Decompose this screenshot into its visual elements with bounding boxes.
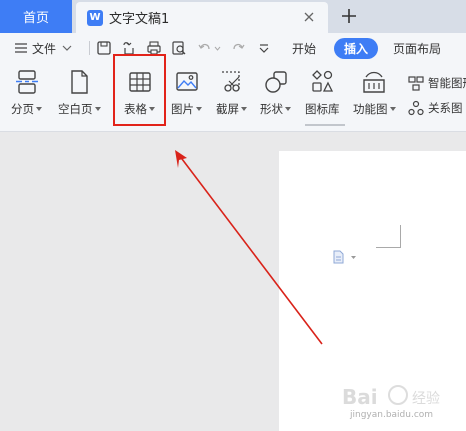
separator <box>89 41 90 55</box>
tab-document-title: 文字文稿1 <box>109 12 170 27</box>
blank-page-button[interactable]: 空白页 <box>58 69 101 119</box>
dropdown-caret-icon <box>94 107 101 111</box>
relation-chart-icon <box>408 100 424 116</box>
tab-home[interactable]: 首页 <box>0 0 72 33</box>
new-tab-plus-icon[interactable] <box>340 7 358 25</box>
tab-bar: 首页 W 文字文稿1 <box>0 0 466 33</box>
page-margin-corner-mark <box>376 225 401 248</box>
doc-badge-letter: W <box>89 12 101 23</box>
tab-page-layout[interactable]: 页面布局 <box>393 40 441 57</box>
blank-page-icon <box>71 70 88 94</box>
relation-chart-button[interactable]: 关系图 <box>408 99 463 117</box>
icon-library-button[interactable]: 图标库 <box>305 69 340 119</box>
watermark-brand: Bai <box>342 385 378 409</box>
chevron-down-icon <box>62 45 72 51</box>
file-menu-label: 文件 <box>32 41 57 56</box>
screenshot-scissors-icon <box>221 71 240 92</box>
smart-graphic-icon <box>408 76 424 91</box>
paste-options-icon[interactable] <box>332 250 358 264</box>
smart-graphic-label: 智能图形 <box>428 76 466 90</box>
page-break-button[interactable]: 分页 <box>11 69 42 119</box>
shapes-icon <box>264 71 287 93</box>
function-chart-button[interactable]: 功能图 <box>353 69 396 119</box>
dropdown-caret-icon <box>285 107 291 111</box>
screenshot-label: 截屏 <box>216 102 239 116</box>
customize-dropdown-icon[interactable] <box>256 40 272 56</box>
ribbon-toolbar: 文件 开始 插入 页面布局 分页 空白页 表格 图片 截屏 形状 图标库 功能图… <box>0 33 466 132</box>
page-break-icon <box>15 70 38 94</box>
picture-icon <box>175 72 198 91</box>
undo-icon[interactable] <box>197 40 213 56</box>
toolbar-top-row: 文件 开始 插入 页面布局 <box>0 33 466 63</box>
picture-button[interactable]: 图片 <box>171 69 202 119</box>
close-icon[interactable] <box>302 10 316 24</box>
smart-graphic-button[interactable]: 智能图形 <box>408 74 466 92</box>
save-icon[interactable] <box>96 40 112 56</box>
hamburger-icon <box>15 43 27 53</box>
tab-insert[interactable]: 插入 <box>334 38 379 59</box>
shape-label: 形状 <box>260 102 283 116</box>
dropdown-caret-icon <box>196 107 202 111</box>
file-menu[interactable]: 文件 <box>14 38 73 58</box>
dropdown-caret-icon <box>36 107 42 111</box>
dropdown-caret-icon <box>389 107 396 111</box>
undo-dropdown-icon[interactable] <box>214 46 221 51</box>
page-break-label: 分页 <box>11 102 34 116</box>
writer-doc-icon: W <box>87 9 103 26</box>
watermark-brand-2: 经验 <box>412 391 440 407</box>
tab-start[interactable]: 开始 <box>292 40 316 57</box>
print-preview-icon[interactable] <box>171 40 187 56</box>
dropdown-caret-icon <box>241 107 247 111</box>
redo-icon[interactable] <box>230 40 246 56</box>
function-chart-icon <box>363 71 385 93</box>
watermark-url: jingyan.baidu.com <box>350 410 434 420</box>
screenshot-button[interactable]: 截屏 <box>216 69 247 119</box>
function-chart-label: 功能图 <box>353 102 388 116</box>
table-button-highlight-box <box>113 54 166 126</box>
blank-page-label: 空白页 <box>58 102 93 116</box>
icon-library-label: 图标库 <box>305 102 340 116</box>
relation-chart-label: 关系图 <box>428 101 463 115</box>
tab-home-label: 首页 <box>22 11 49 26</box>
shape-button[interactable]: 形状 <box>260 69 291 119</box>
picture-label: 图片 <box>171 102 194 116</box>
icon-library-underline <box>305 124 345 126</box>
tab-document[interactable]: W 文字文稿1 <box>76 2 328 33</box>
icon-library-icon <box>312 70 334 92</box>
